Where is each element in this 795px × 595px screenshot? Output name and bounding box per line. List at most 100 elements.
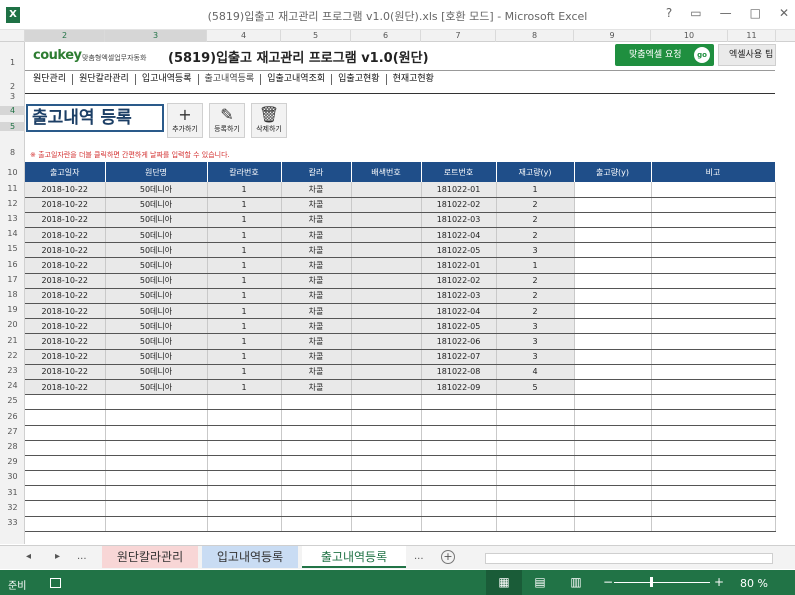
row-header[interactable]: 22 [0,351,25,360]
empty-cell[interactable] [496,440,575,456]
page-layout-view-icon[interactable]: ▤ [522,570,558,595]
lot-number-cell[interactable]: 181022-05 [421,318,497,335]
macro-record-icon[interactable] [50,578,61,588]
empty-cell[interactable] [421,394,497,411]
empty-cell[interactable] [207,455,282,472]
minimize-icon[interactable]: — [720,6,732,20]
row-header[interactable]: 33 [0,518,25,527]
lot-number-cell[interactable]: 181022-04 [421,303,497,320]
out-qty-cell[interactable] [574,212,652,229]
lot-number-cell[interactable]: 181022-03 [421,288,497,305]
empty-cell[interactable] [574,485,652,502]
empty-cell[interactable] [105,409,208,426]
help-icon[interactable]: ? [666,6,672,20]
nav-fabric-management[interactable]: 원단관리 [33,74,74,85]
empty-cell[interactable] [574,516,652,532]
stock-qty-cell[interactable]: 5 [496,379,575,396]
fabric-name-cell[interactable]: 50데니아 [105,273,208,289]
column-header[interactable]: 8 [496,30,574,42]
empty-cell[interactable] [421,440,497,456]
empty-cell[interactable] [281,409,352,426]
color-cell[interactable]: 차콜 [281,379,352,396]
note-cell[interactable] [651,379,776,396]
lot-number-cell[interactable]: 181022-05 [421,242,497,259]
zoom-in-icon[interactable]: + [714,575,724,589]
select-all-corner[interactable] [0,30,25,42]
column-header[interactable]: 2 [25,30,105,42]
empty-cell[interactable] [207,470,282,487]
row-header[interactable]: 13 [0,214,25,223]
color-code-cell[interactable]: 1 [207,333,282,350]
empty-cell[interactable] [105,440,208,456]
empty-cell[interactable] [25,500,106,517]
fabric-name-cell[interactable]: 50데니아 [105,379,208,396]
row-header[interactable]: 10 [0,168,25,177]
empty-cell[interactable] [574,500,652,517]
sheet-tab-fabric-color[interactable]: 원단칼라관리 [102,546,198,568]
out-qty-cell[interactable] [574,257,652,274]
out-qty-cell[interactable] [574,242,652,259]
stock-qty-cell[interactable]: 1 [496,182,575,198]
fabric-name-cell[interactable]: 50데니아 [105,212,208,229]
color-cell[interactable]: 차콜 [281,197,352,213]
empty-cell[interactable] [651,425,776,441]
nav-inout-status[interactable]: 입출고현황 [332,74,387,85]
color-cell[interactable]: 차콜 [281,242,352,259]
empty-cell[interactable] [651,500,776,517]
out-date-cell[interactable]: 2018-10-22 [25,379,106,396]
row-header[interactable]: 11 [0,184,25,193]
lot-number-cell[interactable]: 181022-06 [421,333,497,350]
scheme-code-cell[interactable] [351,197,422,213]
fabric-name-cell[interactable]: 50데니아 [105,303,208,320]
column-header[interactable]: 7 [421,30,496,42]
empty-cell[interactable] [207,409,282,426]
empty-cell[interactable] [351,485,422,502]
empty-cell[interactable] [25,409,106,426]
out-date-cell[interactable]: 2018-10-22 [25,182,106,198]
stock-qty-cell[interactable]: 2 [496,303,575,320]
scheme-code-cell[interactable] [351,364,422,380]
empty-cell[interactable] [207,500,282,517]
zoom-out-icon[interactable]: − [603,575,613,589]
empty-cell[interactable] [651,409,776,426]
empty-cell[interactable] [281,440,352,456]
empty-cell[interactable] [351,425,422,441]
row-header[interactable]: 19 [0,305,25,314]
row-header[interactable]: 18 [0,290,25,299]
empty-cell[interactable] [496,394,575,411]
empty-cell[interactable] [421,455,497,472]
row-header[interactable]: 27 [0,427,25,436]
out-qty-cell[interactable] [574,318,652,335]
empty-cell[interactable] [281,500,352,517]
empty-cell[interactable] [421,500,497,517]
color-code-cell[interactable]: 1 [207,303,282,320]
sheet-tab-outbound[interactable]: 출고내역등록 [302,546,406,568]
add-sheet-icon[interactable]: + [441,550,455,564]
nav-inbound-registration[interactable]: 입고내역등록 [136,74,199,85]
column-header[interactable]: 5 [281,30,351,42]
color-cell[interactable]: 차콜 [281,182,352,198]
row-header[interactable]: 16 [0,260,25,269]
color-code-cell[interactable]: 1 [207,364,282,380]
empty-cell[interactable] [25,425,106,441]
out-qty-cell[interactable] [574,349,652,365]
zoom-slider[interactable] [614,582,710,583]
lot-number-cell[interactable]: 181022-07 [421,349,497,365]
out-qty-cell[interactable] [574,364,652,380]
empty-cell[interactable] [574,394,652,411]
empty-cell[interactable] [496,500,575,517]
color-code-cell[interactable]: 1 [207,242,282,259]
lot-number-cell[interactable]: 181022-01 [421,257,497,274]
out-qty-cell[interactable] [574,227,652,244]
row-header[interactable]: 26 [0,412,25,421]
color-cell[interactable]: 차콜 [281,273,352,289]
empty-cell[interactable] [281,425,352,441]
note-cell[interactable] [651,333,776,350]
fabric-name-cell[interactable]: 50데니아 [105,333,208,350]
color-code-cell[interactable]: 1 [207,273,282,289]
custom-excel-request-button[interactable]: 맞춤엑셀 요청 go [615,44,714,66]
fabric-name-cell[interactable]: 50데니아 [105,227,208,244]
stock-qty-cell[interactable]: 1 [496,257,575,274]
row-header[interactable]: 3 [0,92,25,101]
row-header[interactable]: 4 [0,106,25,115]
